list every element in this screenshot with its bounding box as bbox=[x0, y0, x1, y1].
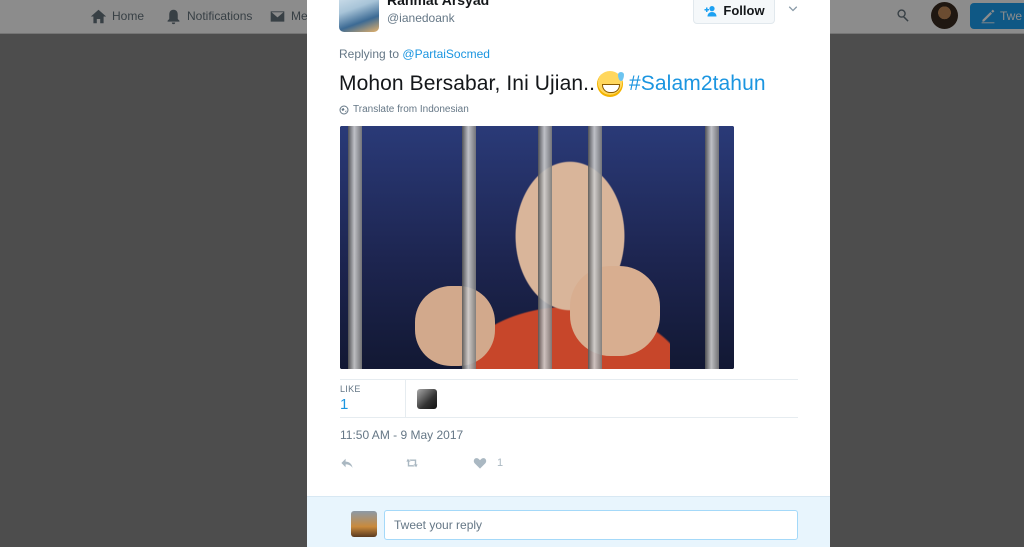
photo-bar bbox=[538, 126, 552, 369]
divider bbox=[340, 379, 798, 380]
hashtag-link[interactable]: #Salam2tahun bbox=[629, 72, 766, 96]
replying-to: Replying to @PartaiSocmed bbox=[339, 47, 490, 61]
user-avatar[interactable] bbox=[931, 2, 958, 29]
reply-input[interactable]: Tweet your reply bbox=[384, 510, 798, 540]
tweet-timestamp[interactable]: 11:50 AM - 9 May 2017 bbox=[340, 428, 463, 442]
add-user-icon bbox=[704, 5, 717, 16]
sweat-smile-emoji-icon bbox=[597, 71, 625, 97]
replying-prefix: Replying to bbox=[339, 47, 400, 61]
like-action-count: 1 bbox=[497, 457, 504, 469]
reply-user-avatar bbox=[351, 511, 377, 537]
translate-label: Translate from Indonesian bbox=[353, 104, 469, 115]
likes-stat-count[interactable]: 1 bbox=[340, 396, 348, 413]
nav-messages[interactable]: Me bbox=[269, 6, 308, 26]
likes-stat-label[interactable]: LIKE bbox=[340, 384, 361, 394]
nav-notifications[interactable]: Notifications bbox=[165, 6, 252, 26]
liker-avatar[interactable] bbox=[417, 389, 437, 409]
globe-icon bbox=[339, 105, 349, 114]
divider bbox=[340, 417, 798, 418]
follow-button[interactable]: Follow bbox=[693, 0, 775, 24]
retweet-action[interactable] bbox=[405, 455, 419, 471]
home-icon bbox=[90, 9, 107, 23]
reply-icon bbox=[341, 458, 353, 468]
photo-bar bbox=[462, 126, 476, 369]
compose-tweet-label: Twe bbox=[1000, 9, 1023, 23]
photo-bar bbox=[588, 126, 602, 369]
compose-tweet-button[interactable]: Twe bbox=[970, 3, 1024, 29]
nav-home[interactable]: Home bbox=[90, 6, 144, 26]
reply-composer: Tweet your reply bbox=[307, 496, 830, 547]
photo-bar bbox=[705, 126, 719, 369]
search-button[interactable] bbox=[896, 8, 914, 26]
bell-icon bbox=[167, 9, 180, 24]
tweet-modal: Rahmat Arsyad @ianedoank Follow Replying… bbox=[307, 0, 830, 547]
nav-notifications-label: Notifications bbox=[187, 9, 253, 23]
search-icon bbox=[897, 9, 909, 22]
stat-separator bbox=[405, 380, 406, 417]
envelope-icon bbox=[270, 10, 285, 22]
tweet-text: Mohon Bersabar, Ini Ujian.. #Salam2tahun bbox=[339, 71, 766, 97]
retweet-icon bbox=[406, 458, 418, 468]
translate-link[interactable]: Translate from Indonesian bbox=[339, 104, 469, 115]
photo-hand-left bbox=[415, 286, 495, 366]
compose-icon bbox=[981, 9, 995, 24]
chevron-down-icon bbox=[788, 6, 798, 12]
heart-icon bbox=[473, 458, 487, 469]
replying-mention-link[interactable]: @PartaiSocmed bbox=[402, 47, 490, 61]
author-handle[interactable]: @ianedoank bbox=[387, 11, 455, 25]
nav-messages-label: Me bbox=[291, 9, 308, 23]
tweet-options-button[interactable] bbox=[787, 2, 803, 18]
like-action[interactable]: 1 bbox=[473, 455, 503, 471]
photo-bar bbox=[348, 126, 362, 369]
reply-action[interactable] bbox=[340, 455, 354, 471]
nav-home-label: Home bbox=[112, 9, 145, 23]
author-name[interactable]: Rahmat Arsyad bbox=[387, 0, 489, 8]
follow-label: Follow bbox=[723, 2, 765, 18]
tweet-photo[interactable] bbox=[340, 126, 734, 369]
author-avatar[interactable] bbox=[339, 0, 379, 32]
tweet-text-body: Mohon Bersabar, Ini Ujian.. bbox=[339, 72, 596, 95]
photo-hand-right bbox=[570, 266, 660, 356]
